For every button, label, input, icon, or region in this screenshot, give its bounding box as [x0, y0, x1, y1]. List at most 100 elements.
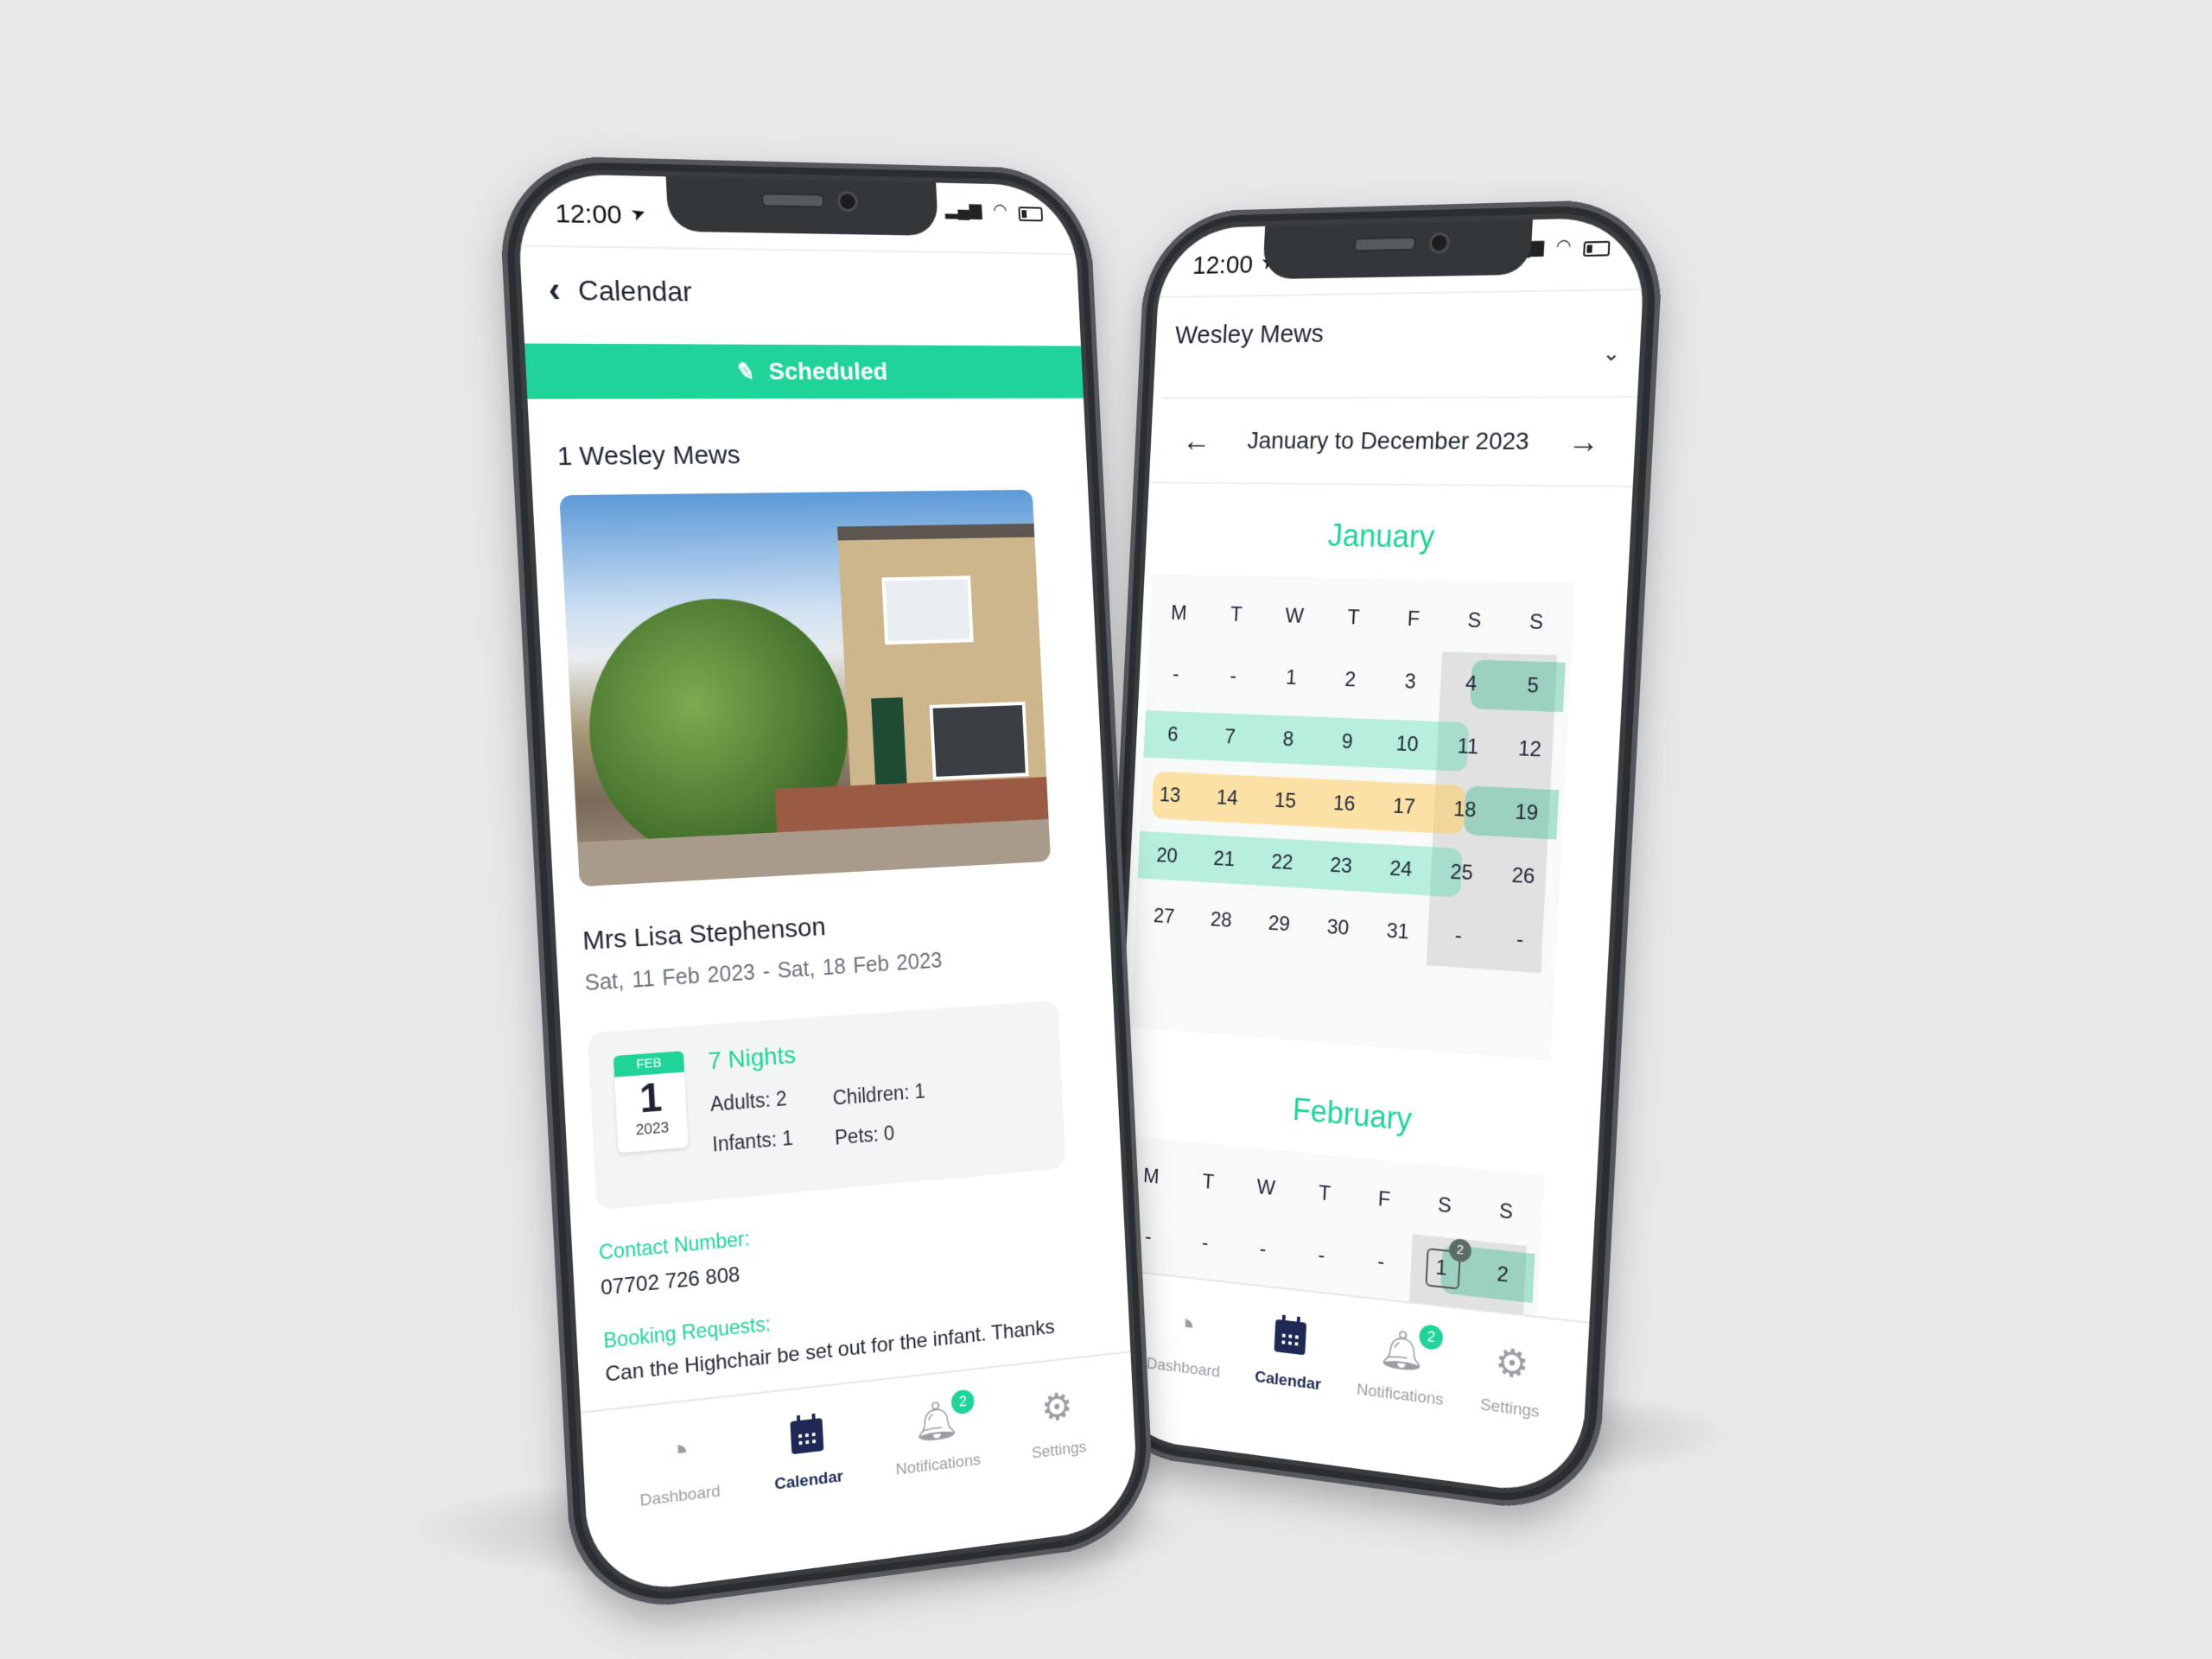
- back-label: Calendar: [577, 273, 693, 308]
- booking-status-banner[interactable]: ✎ Scheduled: [524, 343, 1084, 399]
- calendar-day[interactable]: 29: [1249, 892, 1310, 957]
- calendar-day[interactable]: 3: [1379, 650, 1443, 715]
- calendar-day[interactable]: 18: [1433, 778, 1497, 843]
- back-navigation[interactable]: ‹ Calendar: [547, 254, 1080, 329]
- wifi-icon: ◠: [1555, 236, 1573, 257]
- calendar-day[interactable]: 14: [1197, 766, 1257, 830]
- tab-label: Dashboard: [639, 1482, 721, 1510]
- tab-label: Calendar: [773, 1467, 844, 1494]
- calendar-day[interactable]: 22: [1251, 830, 1313, 895]
- weekday-header: F: [1377, 1187, 1391, 1212]
- date-badge: FEB 1 2023: [613, 1051, 689, 1154]
- calendar-day[interactable]: 13: [1141, 764, 1200, 827]
- tab-label: Settings: [1479, 1395, 1541, 1422]
- calendar-day[interactable]: 28: [1191, 888, 1251, 953]
- calendar-day[interactable]: 20: [1137, 824, 1197, 888]
- dashboard-gauge-icon: ◔: [1173, 1303, 1198, 1347]
- empty-day: -: [1229, 664, 1237, 688]
- camera-icon: [1428, 232, 1451, 254]
- battery-icon: [1018, 207, 1044, 222]
- weekday-header: T: [1318, 1181, 1332, 1206]
- weekday-header: T: [1230, 602, 1243, 626]
- tab-calendar[interactable]: Calendar: [770, 1385, 848, 1573]
- calendar-day[interactable]: 30: [1306, 895, 1369, 961]
- stay-dates: Sat, 11 Feb 2023 - Sat, 18 Feb 2023: [584, 948, 944, 996]
- tab-dashboard[interactable]: ◔ Dashboard: [635, 1399, 725, 1591]
- screen: 12:00 ➤ ▂▄▆ ◠ ‹ Calendar ✎ Scheduled 1 W…: [515, 173, 1140, 1598]
- contact-number-value[interactable]: 07702 726 808: [601, 1263, 741, 1301]
- weekday-header: S: [1466, 608, 1482, 633]
- calendar-day[interactable]: 23: [1310, 834, 1372, 899]
- calendar-day[interactable]: 8: [1257, 708, 1319, 772]
- empty-day: -: [1172, 662, 1180, 686]
- contact-number-label: Contact Number:: [598, 1227, 751, 1264]
- property-select-value: Wesley Mews: [1174, 319, 1325, 350]
- property-select[interactable]: Wesley Mews ⌄: [1160, 297, 1643, 399]
- notch: [665, 176, 939, 236]
- adults-count: Adults: 2: [709, 1086, 788, 1116]
- calendar-day[interactable]: 25: [1429, 840, 1494, 906]
- infants-count: Infants: 1: [711, 1126, 794, 1156]
- weekday-header: T: [1346, 606, 1361, 630]
- weekday-header: S: [1498, 1198, 1514, 1224]
- tab-settings[interactable]: ⚙ Settings: [1476, 1312, 1544, 1492]
- calendar-day[interactable]: 12: [1497, 717, 1563, 783]
- empty-day: -: [1454, 923, 1463, 948]
- calendar-icon: [1274, 1314, 1306, 1363]
- phone-calendar-view: 12:00 ➤ ▂▄▆ ◠ Wesley Mews ⌄ ← January to…: [1086, 198, 1666, 1519]
- gear-icon: ⚙: [1493, 1340, 1530, 1388]
- calendar-day[interactable]: 19: [1494, 780, 1560, 847]
- calendar-day[interactable]: 2: [1471, 1241, 1535, 1311]
- date-range-label: January to December 2023: [1246, 427, 1530, 455]
- month-title-january: January: [1326, 517, 1436, 555]
- calendar-day[interactable]: 5: [1500, 653, 1566, 719]
- children-count: Children: 1: [832, 1079, 926, 1109]
- calendar-day[interactable]: 4: [1439, 652, 1503, 716]
- property-photo: [559, 489, 1051, 887]
- calendar-day[interactable]: 10: [1376, 712, 1440, 777]
- tab-label: Notifications: [1356, 1380, 1444, 1410]
- guest-name: Mrs Lisa Stephenson: [582, 912, 827, 957]
- calendar-day[interactable]: 24: [1370, 836, 1433, 902]
- weekday-header: W: [1255, 1175, 1276, 1200]
- location-arrow-icon: ➤: [627, 202, 650, 226]
- signal-icon: ▂▄▆: [944, 200, 982, 220]
- gear-icon: ⚙: [1039, 1385, 1074, 1430]
- wifi-icon: ◠: [992, 200, 1008, 220]
- tab-label: Calendar: [1254, 1368, 1322, 1395]
- calendar-day[interactable]: 16: [1313, 772, 1376, 836]
- calendar-day[interactable]: 2: [1319, 648, 1382, 712]
- tab-calendar[interactable]: Calendar: [1251, 1287, 1325, 1464]
- property-name: 1 Wesley Mews: [556, 440, 741, 472]
- calendar-day[interactable]: 26: [1491, 843, 1556, 910]
- calendar-day[interactable]: 17: [1372, 774, 1435, 840]
- phone-booking-detail: 12:00 ➤ ▂▄▆ ◠ ‹ Calendar ✎ Scheduled 1 W…: [496, 155, 1156, 1618]
- next-range-button[interactable]: →: [1567, 423, 1601, 460]
- calendar-icon: [790, 1413, 824, 1461]
- calendar-day[interactable]: 9: [1316, 710, 1378, 775]
- tab-dashboard[interactable]: ◔ Dashboard: [1143, 1274, 1225, 1450]
- calendar-day[interactable]: 31: [1366, 899, 1429, 965]
- clock: 12:00: [1192, 250, 1254, 280]
- empty-day: -: [1317, 1243, 1325, 1268]
- weekday-header: F: [1407, 607, 1421, 632]
- calendar-day[interactable]: 15: [1255, 769, 1316, 834]
- calendar-day[interactable]: 27: [1135, 885, 1194, 949]
- notch: [1262, 219, 1533, 280]
- calendar-day[interactable]: 1: [1261, 646, 1322, 710]
- calendar-day[interactable]: 11: [1436, 715, 1501, 780]
- tab-notifications[interactable]: 🔔︎ 2 Notifications: [1353, 1298, 1448, 1479]
- tab-settings[interactable]: ⚙ Settings: [1027, 1358, 1090, 1540]
- status-label: Scheduled: [767, 357, 888, 385]
- weekday-header: S: [1529, 610, 1544, 635]
- booking-summary-card: FEB 1 2023 7 Nights Adults: 2 Children: …: [587, 1000, 1066, 1211]
- empty-day: -: [1376, 1249, 1385, 1274]
- calendar-day[interactable]: 7: [1200, 706, 1261, 769]
- previous-range-button[interactable]: ←: [1182, 423, 1212, 458]
- calendar-day[interactable]: 21: [1194, 828, 1255, 892]
- calendar-day[interactable]: 6: [1143, 703, 1203, 766]
- date-badge-day: 1: [638, 1073, 664, 1122]
- chevron-down-icon: ⌄: [1601, 341, 1621, 366]
- tab-notifications[interactable]: 🔔︎ 2 Notifications: [891, 1370, 984, 1557]
- tab-label: Dashboard: [1146, 1354, 1221, 1382]
